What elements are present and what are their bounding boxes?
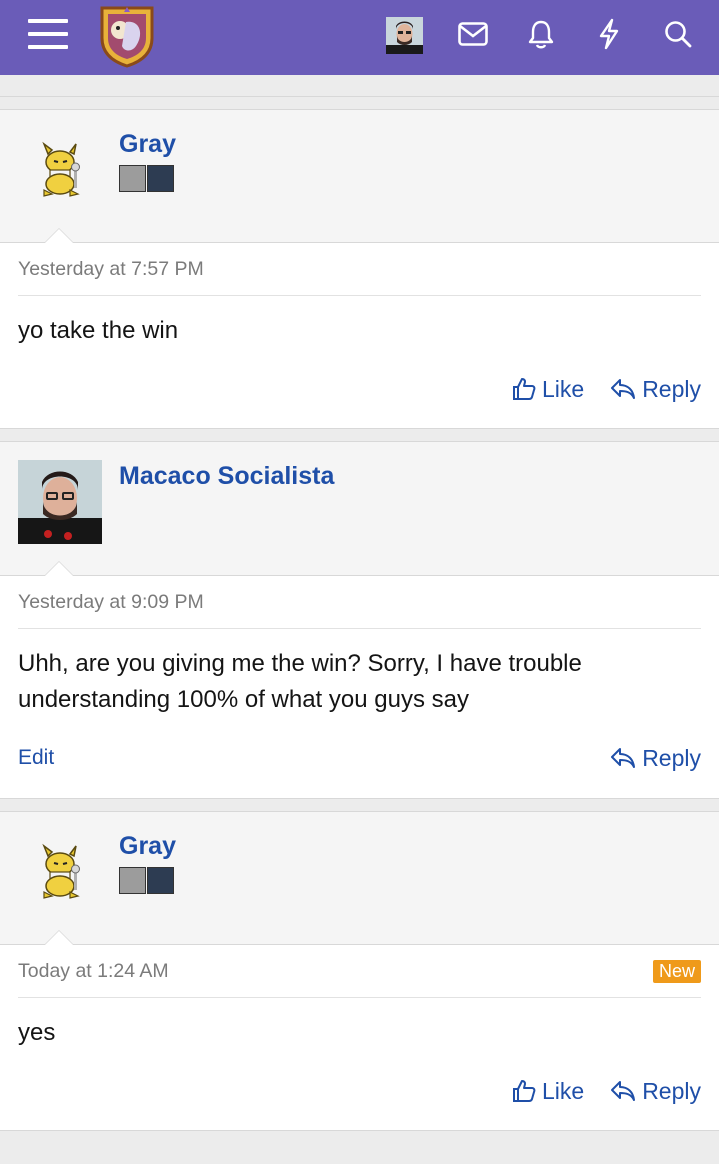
post-user-block: Gray [0,812,719,945]
post-actions: Like Reply [18,1076,701,1106]
reply-arrow-icon [611,1081,636,1101]
post-meta: Yesterday at 7:57 PM [18,243,701,296]
post-timestamp[interactable]: Yesterday at 7:57 PM [18,258,204,281]
username[interactable]: Macaco Socialista [119,462,334,491]
post-timestamp[interactable]: Yesterday at 9:09 PM [18,591,204,614]
pokemon-sprite-icon [42,843,80,899]
whats-new-button[interactable] [585,10,633,58]
edit-link[interactable]: Edit [18,746,54,770]
user-block-caret [44,930,74,945]
post-actions: Like Reply [18,374,701,404]
like-button[interactable]: Like [512,376,584,403]
post-message: yo take the win [18,317,179,344]
shield-logo-icon [100,6,154,68]
user-block-caret [44,228,74,243]
post-user-block: Gray [0,110,719,243]
cup-badge-icon[interactable] [147,165,174,192]
post: Macaco Socialista Yesterday at 9:09 PM U… [0,441,719,799]
site-logo[interactable] [96,4,158,68]
new-badge: New [652,959,701,983]
pokemon-sprite-icon [42,141,80,197]
post-body: Yesterday at 9:09 PM Uhh, are you giving… [0,576,719,718]
avatar[interactable] [18,128,102,212]
post-meta: Today at 1:24 AM New [18,945,701,998]
post: Gray Today at 1:24 AM New yes Like Reply [0,811,719,1131]
like-label: Like [541,375,585,402]
reply-button[interactable]: Reply [610,376,701,403]
search-button[interactable] [654,10,702,58]
thumbs-up-icon [512,378,536,400]
reply-label: Reply [642,1077,701,1104]
user-badges [119,165,174,192]
mail-icon [458,22,488,46]
account-avatar[interactable] [386,17,423,54]
reply-button[interactable]: Reply [610,1078,701,1105]
user-photo-icon [18,460,102,544]
trophy-badge-icon[interactable] [119,867,146,894]
post-user-block: Macaco Socialista [0,442,719,576]
menu-button[interactable] [24,10,72,58]
cup-badge-icon[interactable] [147,867,174,894]
user-block-caret [44,561,74,576]
like-label: Like [541,1077,585,1104]
user-photo-icon [386,17,423,54]
post-message: yes [18,1019,56,1046]
reply-label: Reply [642,375,701,402]
bolt-icon [599,18,619,50]
reply-button[interactable]: Reply [610,745,701,772]
menu-icon [28,19,68,49]
post-message: Uhh, are you giving me the win? Sorry, I… [18,650,582,713]
alerts-button[interactable] [517,10,565,58]
app-header [0,0,719,75]
post-body: Yesterday at 7:57 PM yo take the win [0,243,719,349]
avatar[interactable] [18,460,102,544]
reply-arrow-icon [611,748,636,768]
post-timestamp[interactable]: Today at 1:24 AM [18,960,169,983]
search-icon [665,21,692,48]
username[interactable]: Gray [119,130,176,159]
avatar[interactable] [18,830,102,914]
username[interactable]: Gray [119,832,176,861]
reply-arrow-icon [611,379,636,399]
post-body: Today at 1:24 AM New yes [0,945,719,1051]
reply-label: Reply [642,744,701,771]
thumbs-up-icon [512,1080,536,1102]
inbox-button[interactable] [449,10,497,58]
bell-icon [528,20,554,49]
post-actions: Edit Reply [18,743,701,773]
page-top-strip [0,75,719,97]
like-button[interactable]: Like [512,1078,584,1105]
user-badges [119,867,174,894]
trophy-badge-icon[interactable] [119,165,146,192]
post-meta: Yesterday at 9:09 PM [18,576,701,629]
post: Gray Yesterday at 7:57 PM yo take the wi… [0,109,719,429]
